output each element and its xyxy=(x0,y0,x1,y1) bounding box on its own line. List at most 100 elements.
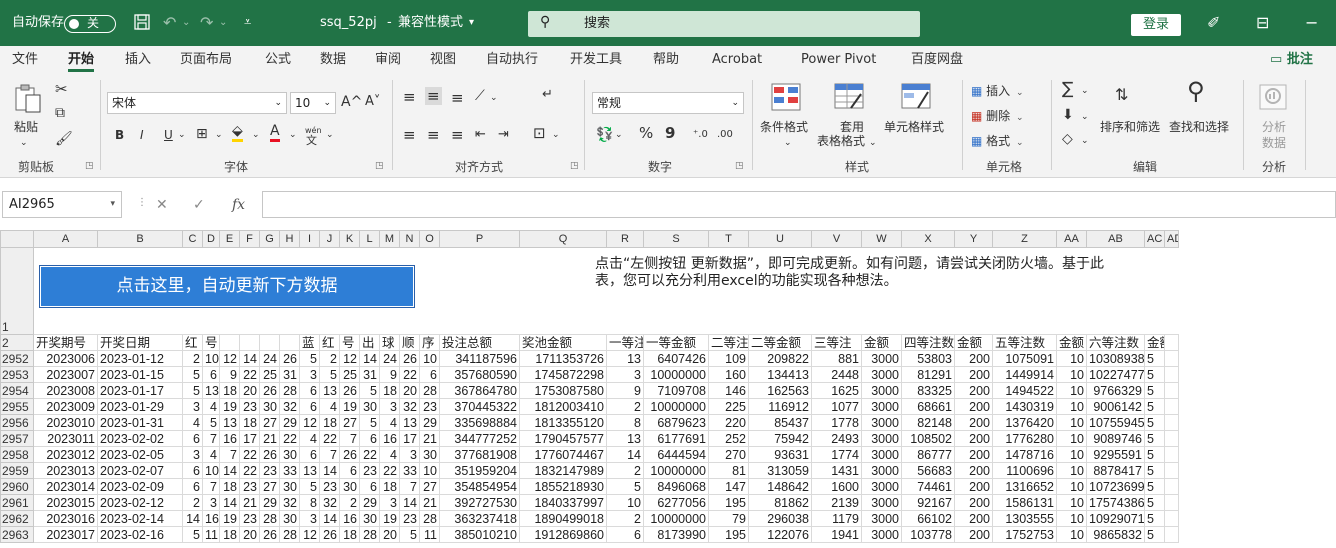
cell[interactable] xyxy=(440,248,520,335)
cell[interactable]: 6444594 xyxy=(643,446,709,463)
cell[interactable] xyxy=(1165,248,1179,335)
decrease-indent-icon[interactable]: ⇤ xyxy=(475,126,486,144)
ribbon-display-icon[interactable]: ⊟ xyxy=(1256,13,1269,33)
cell[interactable]: 93631 xyxy=(748,446,812,463)
cell[interactable]: 200 xyxy=(954,350,993,367)
borders-icon[interactable]: ⊞ xyxy=(196,125,208,143)
cell[interactable]: 16 xyxy=(202,510,220,527)
cell[interactable]: 3000 xyxy=(861,414,902,431)
cell[interactable]: 10 xyxy=(1056,398,1087,415)
cell[interactable]: 2023012 xyxy=(33,446,98,463)
spreadsheet-grid[interactable]: ABCDEFGHIJKLMNOPQRSTUVWXYZAAABACAD12开奖期号… xyxy=(0,230,1336,548)
cell[interactable]: 20 xyxy=(239,526,260,543)
column-header[interactable]: AD xyxy=(1164,230,1179,248)
cell[interactable]: 3000 xyxy=(861,526,902,543)
orientation-dropdown-icon[interactable]: ⌄ xyxy=(490,89,498,107)
cell[interactable]: 148642 xyxy=(748,478,812,495)
shrink-font-button[interactable]: A˅ xyxy=(365,93,380,111)
cell[interactable]: 3000 xyxy=(861,462,902,479)
cell[interactable]: 2023-01-29 xyxy=(97,398,183,415)
decrease-decimal-icon[interactable]: .00 xyxy=(717,126,733,144)
cell[interactable]: 10 xyxy=(419,462,440,479)
column-label-cell[interactable]: 红 xyxy=(319,334,340,351)
cell[interactable]: 1449914 xyxy=(992,366,1057,383)
cell[interactable]: 2 xyxy=(606,398,644,415)
cell[interactable]: 13 xyxy=(219,414,240,431)
row-number[interactable]: 2952 xyxy=(0,350,34,367)
cell[interactable]: 5 xyxy=(1144,398,1165,415)
cell[interactable] xyxy=(1164,366,1179,383)
cell[interactable]: 26 xyxy=(259,446,280,463)
cell[interactable]: 21 xyxy=(419,430,440,447)
column-label-cell[interactable]: 金额 xyxy=(861,334,902,351)
cell[interactable]: 23 xyxy=(239,478,260,495)
cell[interactable]: 2023-01-17 xyxy=(97,382,183,399)
search-box[interactable]: ⚲ 搜索 xyxy=(528,11,920,37)
cell[interactable]: 10000000 xyxy=(643,398,709,415)
column-header[interactable]: I xyxy=(299,230,320,248)
cell[interactable]: 32 xyxy=(399,398,420,415)
cell[interactable]: 2139 xyxy=(811,494,862,511)
table-format-dropdown-icon[interactable]: ⌄ xyxy=(869,134,877,152)
cell[interactable]: 341187596 xyxy=(439,350,520,367)
column-label-cell[interactable]: 顺 xyxy=(399,334,420,351)
cell[interactable]: 10723699 xyxy=(1086,478,1145,495)
cell[interactable]: 8496068 xyxy=(643,478,709,495)
cell[interactable]: 79 xyxy=(708,510,749,527)
cell[interactable]: 12 xyxy=(339,350,360,367)
cell-styles-icon[interactable] xyxy=(900,82,932,112)
cell[interactable]: 14 xyxy=(606,446,644,463)
cell[interactable]: 85437 xyxy=(748,414,812,431)
cell[interactable]: 3000 xyxy=(861,430,902,447)
cell[interactable]: 200 xyxy=(954,430,993,447)
tab-acrobat[interactable]: Acrobat xyxy=(712,46,762,74)
fill-color-icon[interactable]: ⬙ xyxy=(232,124,243,142)
increase-decimal-icon[interactable]: ⁺.0 xyxy=(693,126,708,144)
row-number[interactable]: 2954 xyxy=(0,382,34,399)
cell[interactable]: 9006142 xyxy=(1086,398,1145,415)
tab-home[interactable]: 开始 xyxy=(68,46,95,74)
cell[interactable]: 18 xyxy=(219,478,240,495)
cell[interactable]: 2 xyxy=(606,510,644,527)
cell[interactable]: 13 xyxy=(202,382,220,399)
cell[interactable]: 23 xyxy=(419,398,440,415)
cell[interactable]: 9 xyxy=(219,366,240,383)
formula-input[interactable] xyxy=(262,191,1336,218)
increase-indent-icon[interactable]: ⇥ xyxy=(498,126,509,144)
column-header[interactable]: D xyxy=(202,230,220,248)
cell[interactable]: 30 xyxy=(259,398,280,415)
cell[interactable]: 10 xyxy=(1056,510,1087,527)
column-header[interactable]: E xyxy=(219,230,240,248)
cell[interactable]: 10 xyxy=(1056,462,1087,479)
cell[interactable]: 16 xyxy=(379,430,400,447)
column-label-cell[interactable]: 金额 xyxy=(1144,334,1165,351)
cell[interactable]: 22 xyxy=(279,430,300,447)
cell[interactable]: 5 xyxy=(1144,366,1165,383)
cell[interactable]: 75942 xyxy=(748,430,812,447)
cell[interactable]: 29 xyxy=(419,414,440,431)
cell[interactable]: 357680590 xyxy=(439,366,520,383)
cell[interactable]: 313059 xyxy=(748,462,812,479)
cell[interactable]: 27 xyxy=(419,478,440,495)
cell[interactable]: 5 xyxy=(299,350,320,367)
cell[interactable]: 116912 xyxy=(748,398,812,415)
cell[interactable]: 6277056 xyxy=(643,494,709,511)
cell[interactable]: 31 xyxy=(359,366,380,383)
cell[interactable]: 26 xyxy=(339,382,360,399)
cell[interactable] xyxy=(1164,382,1179,399)
cell[interactable]: 29 xyxy=(279,414,300,431)
cell[interactable]: 5 xyxy=(606,478,644,495)
cell[interactable]: 29 xyxy=(359,494,380,511)
cell[interactable]: 3000 xyxy=(861,510,902,527)
cell[interactable]: 377681908 xyxy=(439,446,520,463)
currency-icon[interactable]: 💱 xyxy=(596,126,613,144)
column-label-cell[interactable]: 金额 xyxy=(954,334,993,351)
format-painter-icon[interactable]: 🖌 xyxy=(55,130,73,148)
column-label-cell[interactable]: 五等注数 xyxy=(992,334,1057,351)
column-header[interactable]: AC xyxy=(1144,230,1165,248)
cell[interactable] xyxy=(1164,398,1179,415)
cell[interactable]: 7 xyxy=(202,430,220,447)
column-header[interactable]: G xyxy=(259,230,280,248)
cell[interactable] xyxy=(1164,430,1179,447)
cell[interactable]: 23 xyxy=(359,462,380,479)
